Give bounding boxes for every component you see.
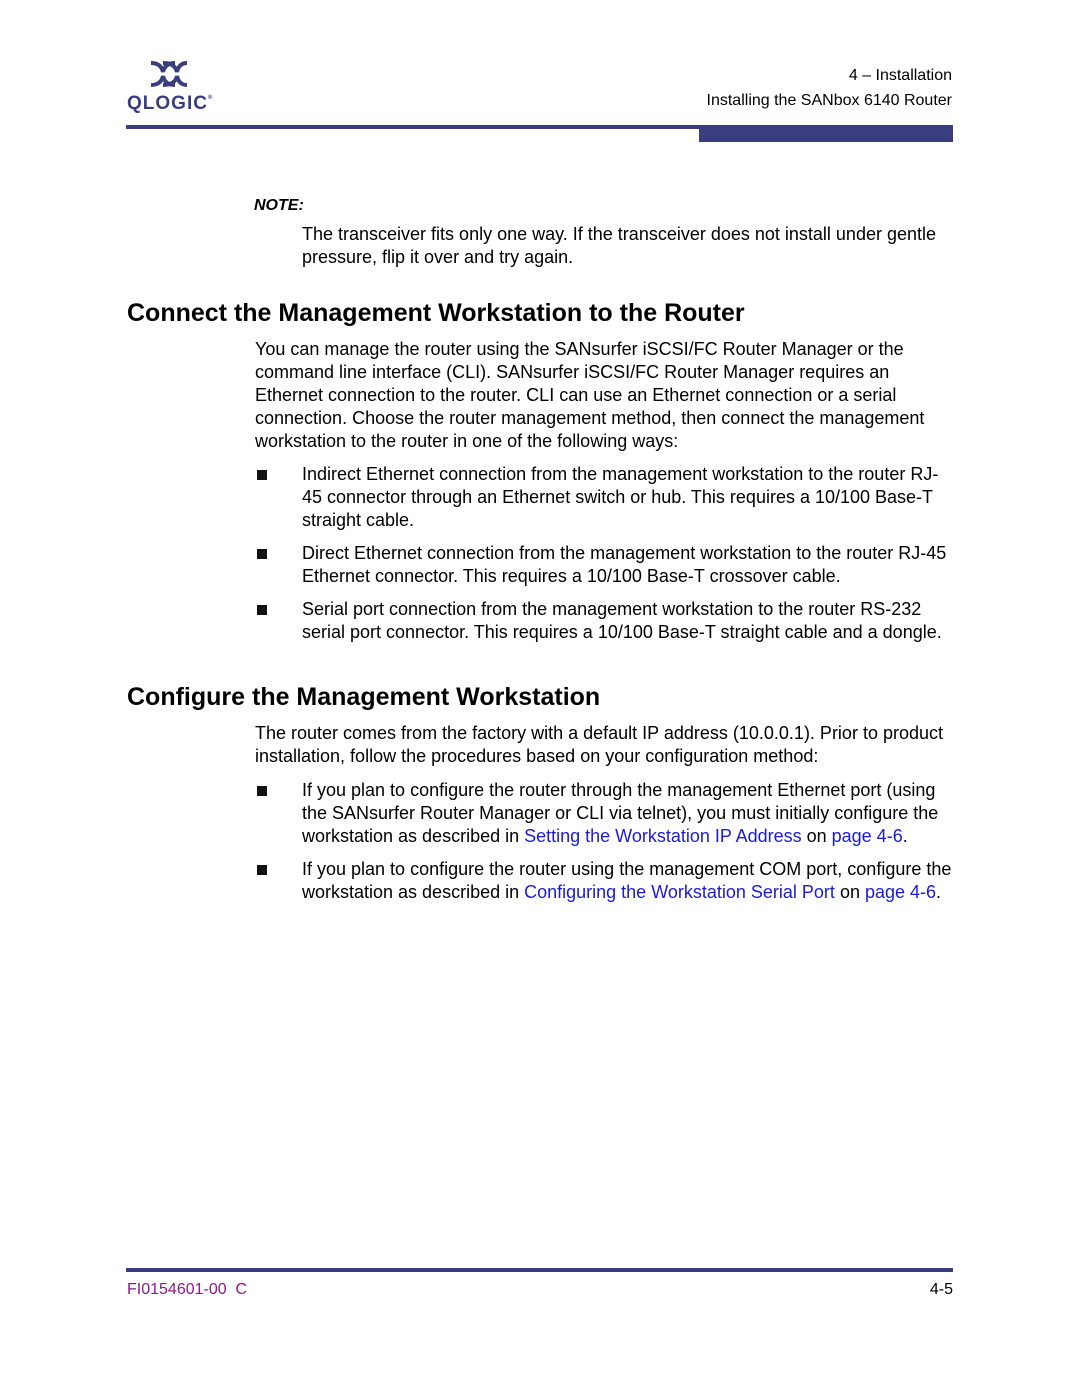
header-chapter: 4 – Installation <box>848 67 952 84</box>
list-item: If you plan to configure the router thro… <box>255 779 955 848</box>
configuration-methods-list: If you plan to configure the router thro… <box>255 779 955 914</box>
header-section: Installing the SANbox 6140 Router <box>706 92 952 109</box>
qlogic-emblem-icon <box>150 61 188 87</box>
heading-configure-workstation: Configure the Management Workstation <box>127 683 601 711</box>
link-page-4-6[interactable]: page 4-6 <box>865 882 936 902</box>
list-item: Indirect Ethernet connection from the ma… <box>255 463 955 532</box>
logo-wordmark: QLOGIC® <box>127 93 214 114</box>
link-page-4-6[interactable]: page 4-6 <box>832 826 903 846</box>
header-accent-block <box>699 127 953 142</box>
connect-intro: You can manage the router using the SANs… <box>255 339 925 451</box>
square-bullet-icon <box>257 605 267 615</box>
link-configuring-serial-port[interactable]: Configuring the Workstation Serial Port <box>524 882 835 902</box>
configure-intro: The router comes from the factory with a… <box>255 723 943 766</box>
footer-doc-number: FI0154601-00 C <box>127 1281 248 1298</box>
footer-page-number: 4-5 <box>929 1281 953 1298</box>
note-label: NOTE: <box>254 197 304 214</box>
link-setting-workstation-ip[interactable]: Setting the Workstation IP Address <box>524 826 802 846</box>
note-text: The transceiver fits only one way. If th… <box>302 224 936 267</box>
square-bullet-icon <box>257 865 267 875</box>
connection-methods-list: Indirect Ethernet connection from the ma… <box>255 463 955 654</box>
heading-connect-workstation: Connect the Management Workstation to th… <box>127 299 745 327</box>
square-bullet-icon <box>257 549 267 559</box>
list-item: If you plan to configure the router usin… <box>255 858 955 904</box>
list-item: Serial port connection from the manageme… <box>255 598 955 644</box>
qlogic-logo: QLOGIC® <box>127 60 227 118</box>
footer-rule <box>126 1268 953 1272</box>
square-bullet-icon <box>257 470 267 480</box>
list-item: Direct Ethernet connection from the mana… <box>255 542 955 588</box>
square-bullet-icon <box>257 786 267 796</box>
